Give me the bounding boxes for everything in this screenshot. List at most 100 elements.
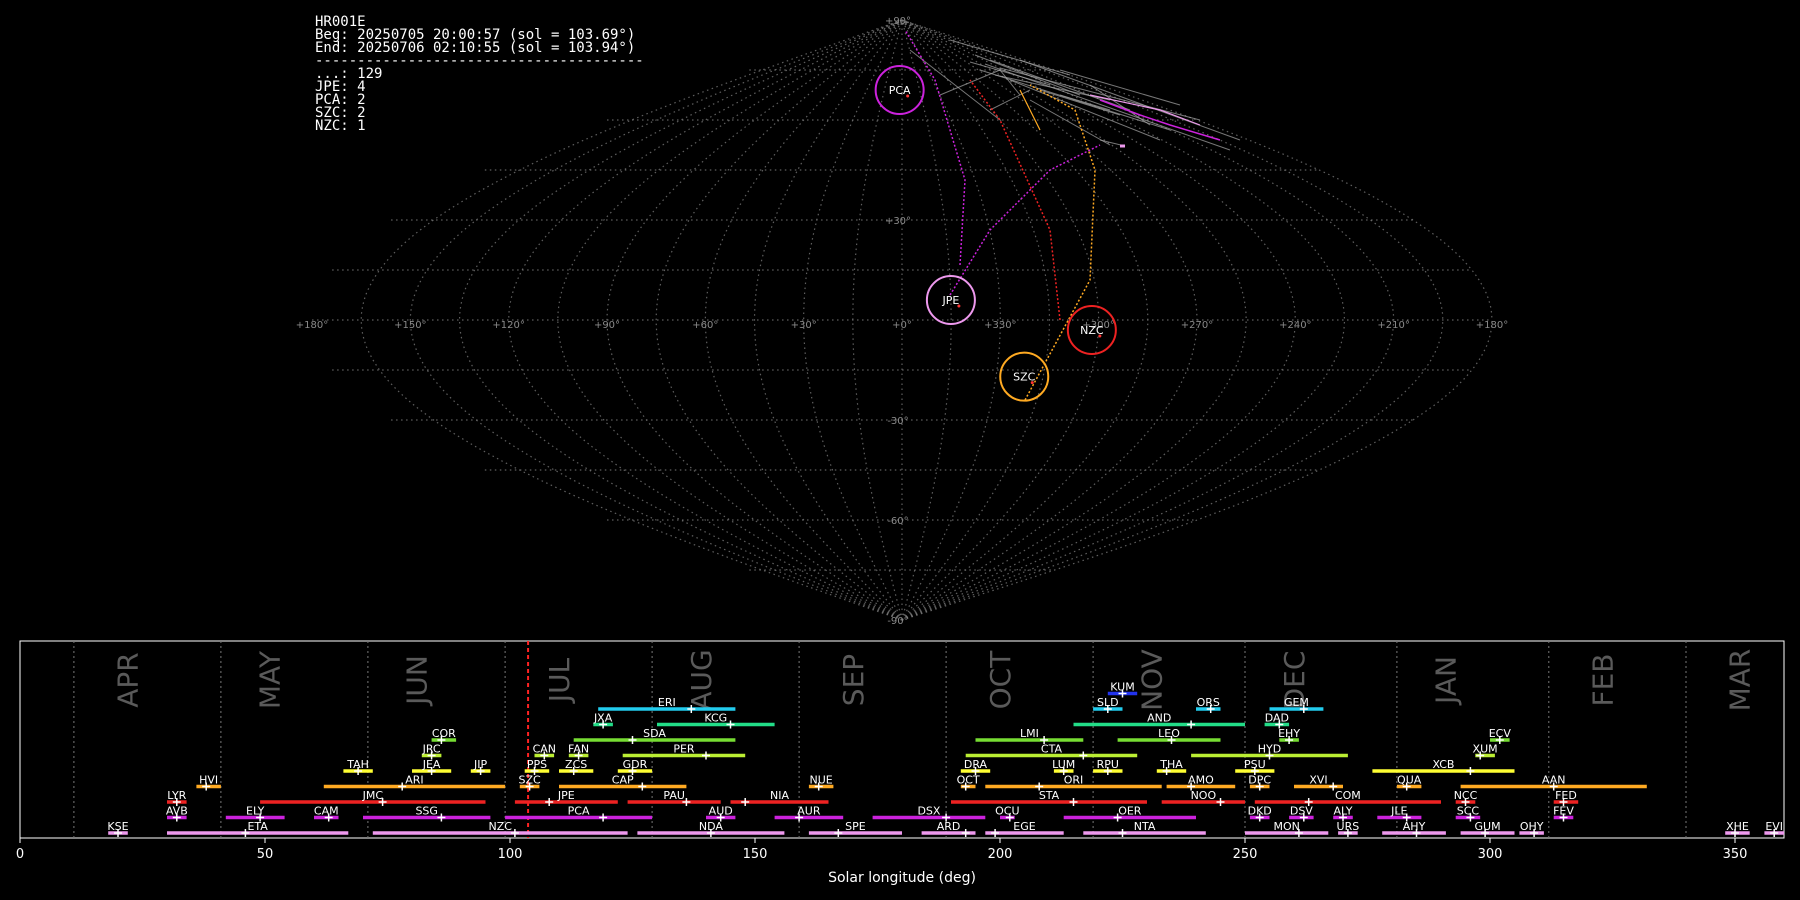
shower-code: SLD [1097,696,1119,709]
shower-code: THA [1159,758,1183,771]
shower-code: XVI [1309,774,1327,787]
shower-can: CAN [533,743,556,760]
shower-urs: URS [1337,820,1359,837]
shower-code: XCB [1432,758,1454,771]
shower-leo: LEO [1117,727,1221,744]
shower-code: CAN [533,743,556,756]
month-label: APR [112,652,145,708]
radiant-pca: PCA [874,65,925,115]
shower-timeline: APR MAY JUN JUL AUG SEP OCT NOV DEC JAN FEB MARKSE E… [16,640,1785,886]
shower-code: OHY [1520,820,1544,833]
shower-code: JPE [557,789,575,802]
shower-ely: ELY [225,805,285,822]
shower-code: COM [1335,789,1361,802]
month-label: NOV [1136,649,1169,711]
shower-szc: SZC [518,774,541,791]
x-axis-label: Solar longitude (deg) [828,870,976,886]
radiant-point [1098,334,1102,338]
shower-code: PER [673,743,695,756]
shower-code: FEV [1553,805,1574,818]
shower-code: DRA [964,758,988,771]
radiant-point [906,94,910,98]
shower-kum: KUM [1107,681,1138,698]
shower-ssg: SSG [363,805,491,822]
shower-qua: QUA [1396,774,1422,791]
shower-code: XHE [1726,820,1749,833]
meteor-trail [994,74,1111,101]
radiant-szc: SZC [999,351,1050,402]
sky-map: +180° +150° +120° +90° +60° +30° +0° +330° +300°… [296,16,1508,627]
shower-kse: KSE [107,820,129,837]
ra-tick-label: +180° [1476,320,1508,331]
shower-noo: NOO [1161,789,1245,806]
shower-code: GUM [1475,820,1501,833]
radiant-jpe: JPE [925,275,976,325]
shower-jea: JEA [412,758,452,775]
month-label: JUN [401,655,434,707]
shower-code: PCA [568,805,590,818]
shower-code: AAN [1542,774,1566,787]
shower-code: AUR [797,805,821,818]
shower-pau: PAU [627,789,721,806]
dec-tick-label: +90° [885,16,911,27]
shower-cam: CAM [314,805,339,822]
shower-ori: ORI [985,774,1162,791]
shower-ocu: OCU [995,805,1020,822]
shower-code: NUE [810,774,833,787]
shower-code: PPS [527,758,547,771]
shower-code: AMO [1188,774,1214,787]
shower-code: AND [1147,712,1171,725]
radiant-point [1030,381,1034,385]
ra-tick-label: +270° [1181,320,1213,331]
shower-code: NTA [1134,820,1156,833]
shower-lmi: LMI [975,727,1084,744]
shower-code: STA [1039,789,1060,802]
shower-code: DKD [1248,805,1272,818]
shower-code: ORS [1197,696,1220,709]
shower-code: ARD [937,820,961,833]
month-label: FEB [1587,653,1620,706]
x-tick-label: 200 [988,847,1013,862]
month-label: JAN [1430,656,1463,706]
shower-code: NCC [1454,789,1478,802]
dec-tick-label: +30° [885,216,911,227]
ra-tick-label: +90° [594,320,620,331]
shower-code: EVI [1765,820,1783,833]
shower-fan: FAN [568,743,589,760]
shower-jpe: JPE [514,789,618,806]
shower-code: ETA [247,820,268,833]
shower-code: HYD [1258,743,1281,756]
shower-code: NZC [488,820,512,833]
shower-code: LUM [1052,758,1075,771]
shower-nia: NIA [730,789,829,806]
shower-code: FAN [568,743,589,756]
shower-sda: SDA [573,727,736,744]
shower-code: DSV [1290,805,1313,818]
ra-tick-label: +150° [394,320,426,331]
shower-code: ZCS [565,758,587,771]
shower-code: CTA [1041,743,1063,756]
shower-xvi: XVI [1294,774,1343,791]
shower-code: COR [432,727,456,740]
ra-tick-label: +0° [892,320,912,331]
shower-gdr: GDR [617,758,653,775]
shower-ohy: OHY [1519,820,1544,837]
shower-code: JMC [362,789,384,802]
x-tick-label: 350 [1723,847,1748,862]
dec-tick-label: -90° [887,616,908,627]
shower-dsx: DSX [872,805,986,822]
shower-tha: THA [1156,758,1187,775]
shower-code: AVB [166,805,188,818]
month-label: MAR [1724,649,1757,712]
shower-nta: NTA [1083,820,1206,837]
dec-tick-label: -60° [887,516,908,527]
shower-spe: SPE [808,820,902,837]
shower-code: NOO [1191,789,1217,802]
shower-code: OCU [995,805,1019,818]
meteor-trail [969,79,1061,321]
shower-code: ERI [658,696,676,709]
shower-dpc: DPC [1248,774,1271,791]
x-tick-label: 250 [1233,847,1258,862]
shower-jip: JIP [470,758,491,775]
shower-and: AND [1073,712,1245,729]
